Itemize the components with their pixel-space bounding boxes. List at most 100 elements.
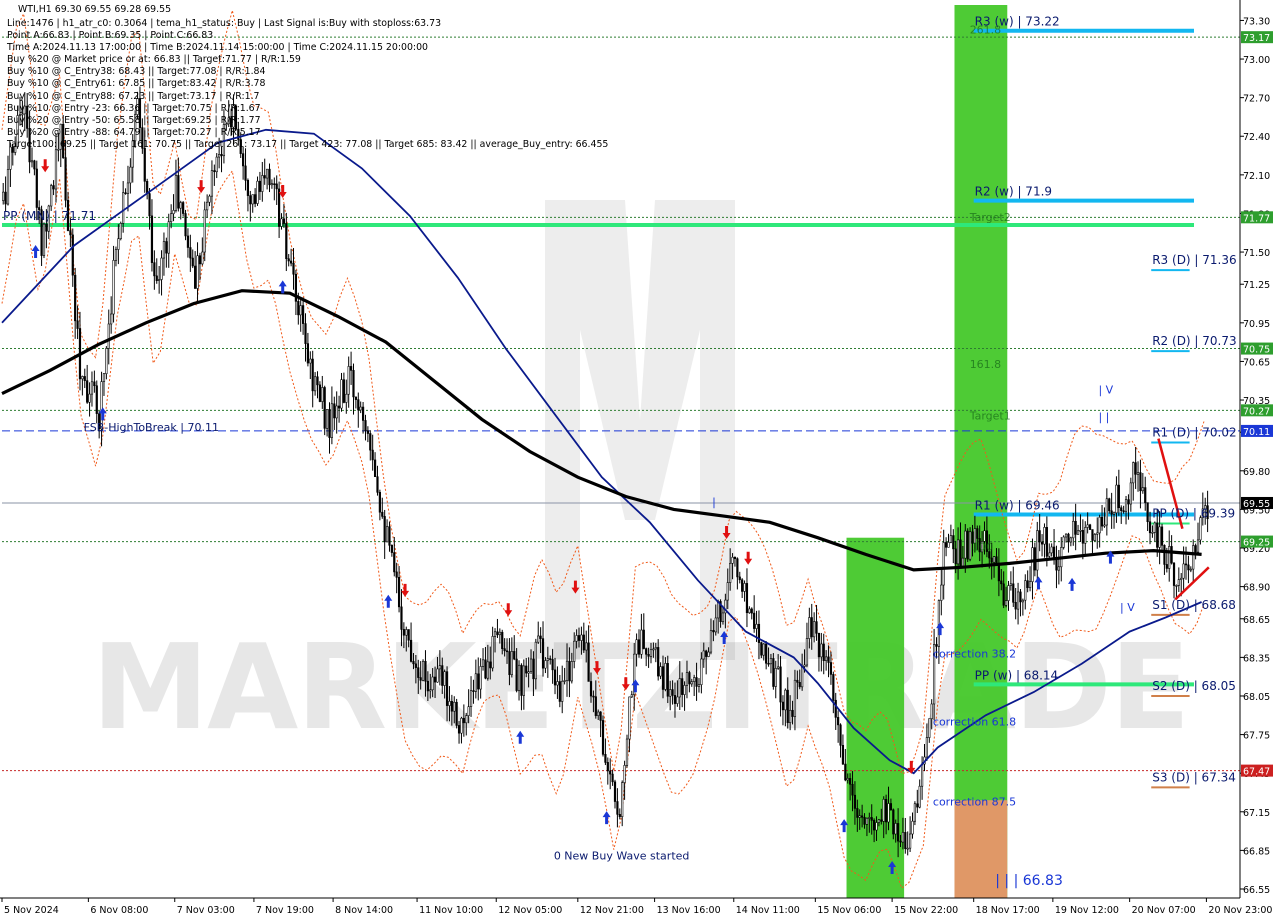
candle-body bbox=[493, 631, 497, 637]
candle-body bbox=[258, 180, 262, 192]
candle-body bbox=[383, 516, 386, 543]
candle-body bbox=[1168, 546, 1171, 569]
candle-body bbox=[505, 650, 509, 653]
candle-body bbox=[304, 323, 307, 344]
candle-body bbox=[282, 218, 286, 224]
candle-body bbox=[52, 185, 55, 190]
candle-body bbox=[625, 738, 629, 766]
weekly-pivot-label: R1 (w) | 69.46 bbox=[975, 499, 1060, 513]
candle-body bbox=[961, 557, 964, 567]
candle-body bbox=[673, 695, 677, 704]
candle-body bbox=[76, 320, 79, 329]
candle-body bbox=[793, 679, 797, 717]
candle-body bbox=[1062, 536, 1065, 548]
candle-body bbox=[57, 148, 60, 151]
candle-body bbox=[42, 223, 46, 256]
candle-body bbox=[436, 668, 439, 683]
candle-body bbox=[498, 631, 501, 636]
y-tick-label: 66.55 bbox=[1243, 885, 1270, 896]
candle-body bbox=[947, 542, 950, 548]
candle-body bbox=[1103, 524, 1106, 527]
candle-body bbox=[1196, 539, 1200, 553]
candle-body bbox=[529, 658, 533, 672]
candle-body bbox=[273, 183, 276, 185]
chart-annotation: | V bbox=[1120, 601, 1135, 614]
candle-body bbox=[666, 663, 669, 697]
candle-body bbox=[1180, 577, 1183, 580]
candle-body bbox=[1132, 462, 1135, 484]
candle-body bbox=[1100, 516, 1104, 527]
y-tick-label: 69.80 bbox=[1243, 467, 1270, 478]
candle-body bbox=[875, 822, 878, 831]
candle-body bbox=[1045, 527, 1048, 557]
candle-body bbox=[220, 154, 223, 157]
candle-body bbox=[102, 373, 106, 382]
candle-body bbox=[885, 798, 888, 823]
candle-body bbox=[697, 684, 701, 687]
candle-body bbox=[1009, 583, 1012, 586]
candle-body bbox=[323, 387, 326, 429]
candle-body bbox=[601, 720, 605, 755]
candle-body bbox=[623, 765, 626, 783]
candle-body bbox=[522, 665, 525, 696]
x-tick-label: 7 Nov 03:00 bbox=[177, 905, 235, 916]
candle-body bbox=[203, 209, 206, 253]
candle-body bbox=[357, 399, 360, 411]
candle-body bbox=[729, 563, 732, 583]
candle-body bbox=[170, 213, 173, 223]
candle-body bbox=[592, 695, 595, 698]
candle-body bbox=[105, 348, 108, 375]
candle-body bbox=[71, 234, 74, 276]
candle-body bbox=[364, 420, 367, 432]
candle-body bbox=[33, 160, 36, 170]
daily-pivot-label: S3 (D) | 67.34 bbox=[1152, 770, 1236, 784]
candle-body bbox=[431, 676, 434, 691]
fib-label: 161.8 bbox=[970, 358, 1002, 371]
candle-body bbox=[251, 194, 254, 205]
candle-body bbox=[786, 689, 789, 723]
candle-body bbox=[441, 665, 444, 686]
candle-body bbox=[366, 430, 369, 434]
candle-body bbox=[129, 166, 132, 184]
candle-body bbox=[182, 202, 185, 214]
candle-body bbox=[486, 661, 489, 679]
candle-body bbox=[769, 658, 773, 665]
candle-body bbox=[1043, 527, 1046, 545]
candle-body bbox=[390, 545, 393, 553]
candle-body bbox=[942, 542, 945, 586]
candle-body bbox=[337, 405, 341, 409]
candle-body bbox=[952, 535, 955, 550]
candle-body bbox=[469, 690, 473, 707]
candle-body bbox=[705, 650, 708, 657]
candle-body bbox=[1177, 579, 1180, 586]
x-tick-label: 19 Nov 12:00 bbox=[1055, 905, 1119, 916]
candle-body bbox=[649, 649, 653, 657]
candle-body bbox=[513, 651, 516, 660]
candle-body bbox=[532, 658, 535, 680]
daily-pivot-label: PP (D) | 69.39 bbox=[1152, 507, 1235, 521]
candle-body bbox=[1024, 580, 1027, 601]
candle-body bbox=[925, 737, 929, 758]
candle-body bbox=[1079, 530, 1082, 532]
candle-body bbox=[630, 694, 633, 698]
candle-body bbox=[582, 634, 585, 651]
candle-body bbox=[330, 403, 333, 438]
candle-body bbox=[755, 623, 758, 629]
candle-body bbox=[645, 648, 648, 655]
candle-body bbox=[409, 639, 413, 662]
candle-body bbox=[393, 552, 396, 573]
candle-body bbox=[1026, 580, 1029, 589]
candle-body bbox=[748, 608, 751, 614]
x-tick-label: 11 Nov 10:00 bbox=[419, 905, 483, 916]
y-tick-label: 68.05 bbox=[1243, 692, 1270, 703]
candle-body bbox=[385, 526, 389, 543]
candle-body bbox=[110, 313, 113, 325]
fib-label: Target2 bbox=[969, 211, 1011, 224]
candle-body bbox=[306, 343, 310, 364]
price-chart[interactable]: MARKETZITRADE R3 (w) | 73.22R2 (w) | 71.… bbox=[0, 0, 1280, 920]
candle-body bbox=[928, 718, 931, 738]
candle-body bbox=[340, 379, 343, 409]
candle-body bbox=[325, 409, 329, 429]
candle-body bbox=[810, 617, 813, 638]
candle-body bbox=[227, 117, 230, 125]
